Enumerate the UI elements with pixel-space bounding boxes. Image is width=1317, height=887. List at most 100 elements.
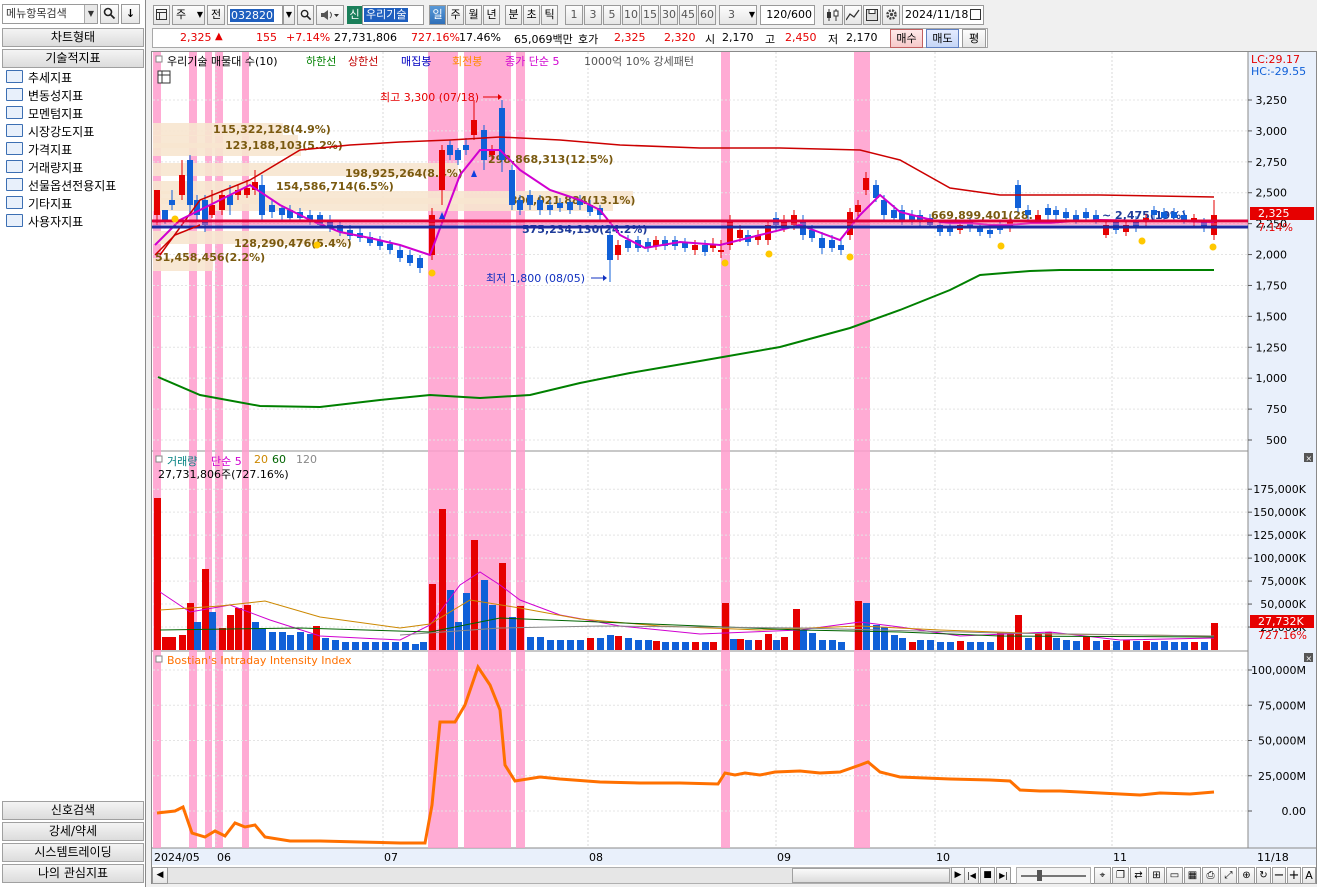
volume-bar xyxy=(730,639,737,650)
volume-bar xyxy=(829,640,836,650)
legend-toggle[interactable] xyxy=(155,455,163,463)
pattern-highlight-band xyxy=(854,52,870,848)
volume-bar xyxy=(1093,641,1100,650)
price-tick-label: 3,000 xyxy=(1256,125,1288,138)
legend-toggle[interactable] xyxy=(155,55,163,63)
stop-icon[interactable]: ■ xyxy=(980,867,995,884)
iii-tick-label: 75,000M xyxy=(1258,699,1306,712)
legend-toggle[interactable] xyxy=(155,655,163,663)
candle-body xyxy=(1053,210,1059,215)
volume-bar xyxy=(1073,641,1080,650)
price-tick-label: 1,250 xyxy=(1256,341,1288,354)
candle-body xyxy=(1045,208,1051,215)
volume-bar xyxy=(269,632,276,650)
volume-profile-label: 51,458,456(2.2%) xyxy=(155,251,265,264)
volume-bar xyxy=(420,642,427,650)
scroll-right-icon[interactable]: ▶ xyxy=(951,867,965,884)
candle-body xyxy=(397,250,403,258)
x-axis-label: 08 xyxy=(589,851,603,864)
copy-icon[interactable]: ❐ xyxy=(1112,867,1129,884)
candle-body xyxy=(154,190,160,215)
iii-line xyxy=(156,663,1215,845)
candle-body xyxy=(987,230,993,234)
volume-bar xyxy=(1045,632,1052,650)
volume-legend-item: 120 xyxy=(296,453,317,466)
volume-bar xyxy=(891,635,898,650)
volume-profile-label: 298,868,313(12.5%) xyxy=(488,153,613,166)
volume-bar xyxy=(692,642,699,650)
volume-bar xyxy=(169,637,176,650)
last-icon[interactable]: ▶| xyxy=(996,867,1011,884)
candle-body xyxy=(891,210,897,218)
zoom-out-icon[interactable]: − xyxy=(1272,867,1286,884)
volume-bar xyxy=(765,634,772,650)
volume-bar xyxy=(1181,642,1188,650)
window-icon[interactable]: ▭ xyxy=(1166,867,1183,884)
x-axis-label: 10 xyxy=(936,851,950,864)
price-legend-item: 1000억 10% 강세패턴 xyxy=(584,55,695,68)
volume-bar xyxy=(372,642,379,650)
candle-body xyxy=(269,205,275,212)
volume-bar xyxy=(362,642,369,650)
candle-body xyxy=(463,145,469,150)
x-axis-label: 07 xyxy=(384,851,398,864)
volume-profile-label: 128,290,476(5.4%) xyxy=(234,237,352,250)
zoom-slider-thumb[interactable] xyxy=(1037,870,1042,881)
volume-bar xyxy=(194,622,201,650)
chart-canvas[interactable]: 2024/05 06 07 08 09 10 11 11/18 3,250 3,000 2,750 2… xyxy=(0,0,1317,887)
font-size-icon[interactable]: A xyxy=(1302,867,1316,884)
candle-body xyxy=(1015,185,1021,208)
grid-table-icon[interactable] xyxy=(157,70,171,84)
volume-bar xyxy=(1133,641,1140,650)
candle-body xyxy=(1161,212,1167,218)
split-icon[interactable]: ⊞ xyxy=(1148,867,1165,884)
zoom-in-icon[interactable]: + xyxy=(1287,867,1301,884)
candle-body xyxy=(407,255,413,263)
candle-body xyxy=(977,228,983,232)
fit-icon[interactable]: ⤢ xyxy=(1220,867,1237,884)
volume-bar xyxy=(1113,641,1120,650)
volume-bar xyxy=(662,642,669,650)
zoom-slider[interactable] xyxy=(1016,867,1091,884)
volume-pct-tag-text: 727.16% xyxy=(1258,629,1307,642)
current-pct-tag-text: 7.14% xyxy=(1258,221,1293,234)
scroll-left-icon[interactable]: ◀ xyxy=(152,867,168,884)
compare-icon[interactable]: ⇄ xyxy=(1130,867,1147,884)
scroll-thumb[interactable] xyxy=(792,868,950,883)
volume-bar xyxy=(287,635,294,650)
print-icon[interactable]: ⎙ xyxy=(1202,867,1219,884)
first-icon[interactable]: |◀ xyxy=(964,867,979,884)
volume-profile-label: 115,322,128(4.9%) xyxy=(213,123,331,136)
price-tick-label: 2,750 xyxy=(1256,156,1288,169)
volume-bar xyxy=(899,638,906,650)
zoom-in-search-icon[interactable]: ⊕ xyxy=(1238,867,1255,884)
volume-bar xyxy=(352,642,359,650)
panel-divider[interactable] xyxy=(152,450,1316,452)
x-axis-label: 11 xyxy=(1113,851,1127,864)
tile-icon[interactable]: ▦ xyxy=(1184,867,1201,884)
candle-body xyxy=(417,258,423,268)
volume-legend-item: 20 xyxy=(254,453,268,466)
volume-bar xyxy=(557,640,564,650)
volume-bar xyxy=(672,642,679,650)
volume-bar xyxy=(382,642,389,650)
candle-body xyxy=(1035,215,1041,220)
volume-tick-label: 175,000K xyxy=(1253,483,1306,496)
volume-bar xyxy=(1151,642,1158,650)
candle-body xyxy=(279,208,285,215)
volume-bar xyxy=(547,640,554,650)
candle-body xyxy=(471,120,477,135)
candle-body xyxy=(737,230,743,238)
volume-bar xyxy=(615,636,622,650)
panel-divider[interactable] xyxy=(152,650,1316,652)
volume-bar xyxy=(702,642,709,650)
candle-body xyxy=(838,245,844,250)
volume-bar xyxy=(809,633,816,650)
volume-profile-label: 575,234,130(24.2%) xyxy=(522,223,647,236)
refresh-icon[interactable]: ↻ xyxy=(1256,867,1271,884)
volume-tick-label: 100,000K xyxy=(1253,552,1306,565)
candle-body xyxy=(187,160,193,205)
volume-bar xyxy=(987,642,994,650)
crosshair-icon[interactable]: ⌖ xyxy=(1094,867,1111,884)
volume-bar xyxy=(447,590,454,650)
